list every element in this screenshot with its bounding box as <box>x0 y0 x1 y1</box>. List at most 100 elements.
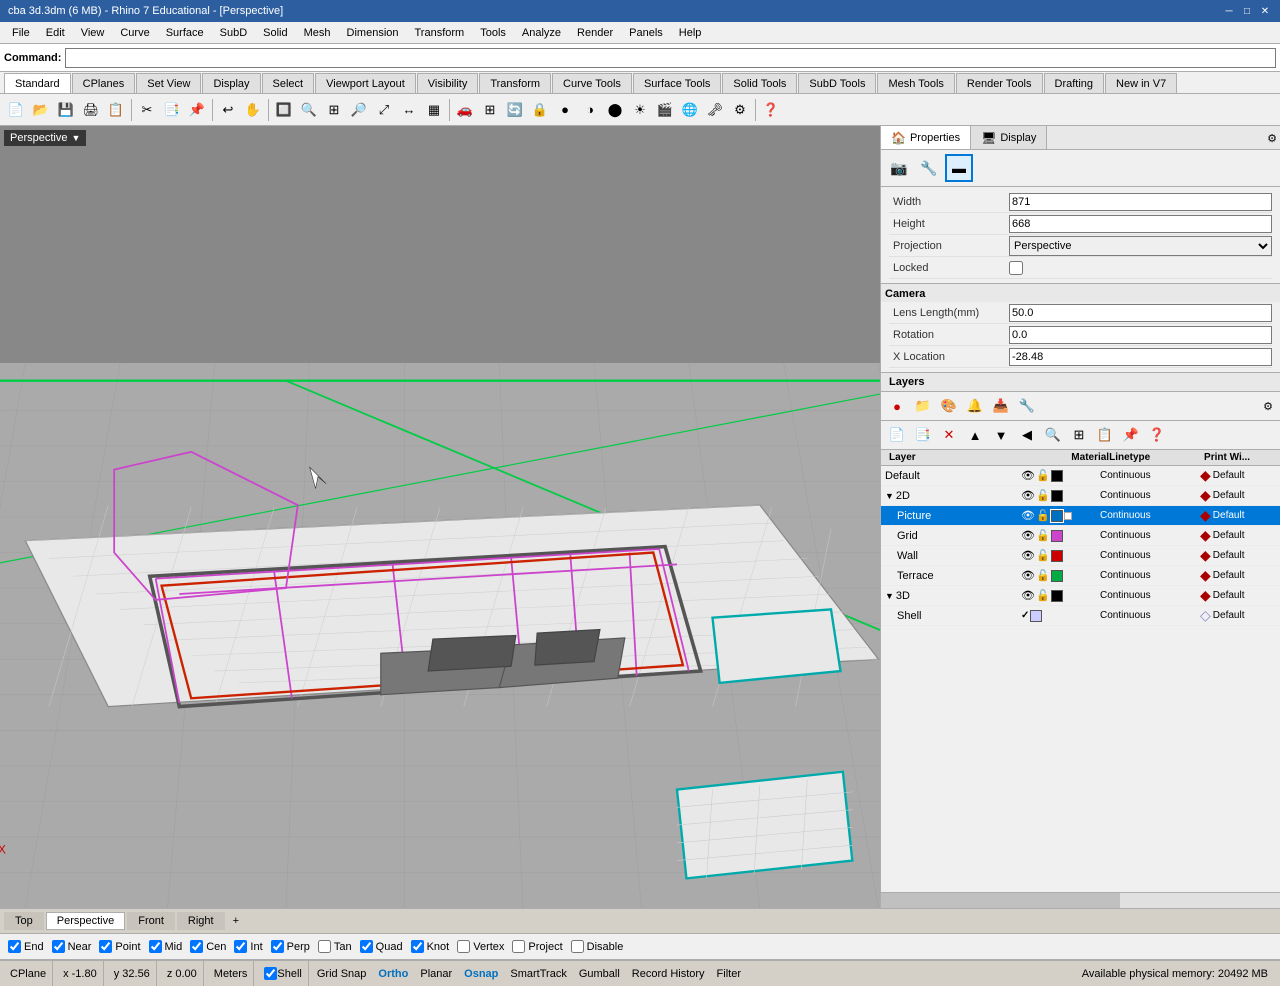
key-icon[interactable]: 🗝 <box>703 98 727 122</box>
osnap-near[interactable]: Near <box>52 940 92 953</box>
osnap-cen[interactable]: Cen <box>190 940 226 953</box>
viewport-dropdown-arrow[interactable]: ▼ <box>71 133 80 143</box>
tab-new-in-v7[interactable]: New in V7 <box>1105 73 1177 93</box>
layer-picture-visible-icon[interactable]: 👁 <box>1021 509 1035 522</box>
osnap-end-checkbox[interactable] <box>8 940 21 953</box>
prop-lens-input[interactable] <box>1009 304 1272 322</box>
osnap-end[interactable]: End <box>8 940 44 953</box>
grid-snap-icon[interactable]: ⊞ <box>478 98 502 122</box>
menu-dimension[interactable]: Dimension <box>339 25 407 41</box>
osnap-project[interactable]: Project <box>512 940 562 953</box>
status-ortho[interactable]: Ortho <box>374 961 412 986</box>
menu-transform[interactable]: Transform <box>407 25 473 41</box>
tab-curve-tools[interactable]: Curve Tools <box>552 73 632 93</box>
render2-icon[interactable]: 🎬 <box>653 98 677 122</box>
osnap-perp[interactable]: Perp <box>271 940 310 953</box>
prop-height-input[interactable] <box>1009 215 1272 233</box>
osnap-disable-checkbox[interactable] <box>571 940 584 953</box>
paste-special-icon[interactable]: 📋 <box>104 98 128 122</box>
status-units[interactable]: Meters <box>208 961 255 986</box>
osnap-knot[interactable]: Knot <box>411 940 450 953</box>
osnap-knot-checkbox[interactable] <box>411 940 424 953</box>
layer-2d-expand-icon[interactable]: ▼ <box>885 491 894 501</box>
layers-settings-icon[interactable]: ⚙ <box>1260 398 1276 414</box>
layer-bell-icon[interactable]: 🔔 <box>963 394 987 418</box>
osnap-mid-checkbox[interactable] <box>149 940 162 953</box>
cut-icon[interactable]: ✂ <box>135 98 159 122</box>
layer-color-shell[interactable] <box>1030 610 1042 622</box>
zoom-window-icon[interactable]: ⊞ <box>322 98 346 122</box>
layer-add-sublayer-button[interactable]: 📑 <box>911 423 935 447</box>
status-smarttrack[interactable]: SmartTrack <box>506 961 570 986</box>
osnap-perp-checkbox[interactable] <box>271 940 284 953</box>
menu-panels[interactable]: Panels <box>621 25 671 41</box>
layer-terrace-visible-icon[interactable]: 👁 <box>1021 569 1035 582</box>
osnap-vertex[interactable]: Vertex <box>457 940 504 953</box>
layer-grid-lock-icon[interactable]: 🔓 <box>1036 529 1050 542</box>
layer-grid-visible-icon[interactable]: 👁 <box>1021 529 1035 542</box>
layer-filter-button[interactable]: 🔍 <box>1041 423 1065 447</box>
open-icon[interactable]: 📂 <box>29 98 53 122</box>
layer-paste-button[interactable]: 📌 <box>1119 423 1143 447</box>
layer-copy-button[interactable]: 📋 <box>1093 423 1117 447</box>
menu-file[interactable]: File <box>4 25 38 41</box>
tab-visibility[interactable]: Visibility <box>417 73 479 93</box>
layer-color-grid[interactable] <box>1051 530 1063 542</box>
layer-add-button[interactable]: 📄 <box>885 423 909 447</box>
menu-render[interactable]: Render <box>569 25 621 41</box>
zoom-all-icon[interactable]: ↔ <box>397 98 421 122</box>
prop-settings-button[interactable]: ⚙ <box>1264 126 1280 150</box>
layer-row-default[interactable]: Default 👁 🔓 Continuous ◆ Default <box>881 466 1280 486</box>
tab-solid-tools[interactable]: Solid Tools <box>722 73 797 93</box>
status-recordhistory[interactable]: Record History <box>628 961 709 986</box>
print-icon[interactable]: 🖨 <box>79 98 103 122</box>
layer-delete-button[interactable]: ✕ <box>937 423 961 447</box>
menu-mesh[interactable]: Mesh <box>296 25 339 41</box>
viewport-icon[interactable]: ▦ <box>422 98 446 122</box>
osnap-vertex-checkbox[interactable] <box>457 940 470 953</box>
prop-locked-checkbox[interactable] <box>1009 261 1023 275</box>
osnap-quad[interactable]: Quad <box>360 940 403 953</box>
layer-2d-visible-icon[interactable]: 👁 <box>1021 489 1035 502</box>
layer-2d-lock-icon[interactable]: 🔓 <box>1036 489 1050 502</box>
vp-tab-add-button[interactable]: + <box>227 913 245 929</box>
layer-color-3d[interactable] <box>1051 590 1063 602</box>
vp-tab-front[interactable]: Front <box>127 912 175 930</box>
prop-xlocation-input[interactable] <box>1009 348 1272 366</box>
menu-subd[interactable]: SubD <box>212 25 256 41</box>
layer-row-shell[interactable]: Shell ✓ Continuous ◇ Default <box>881 606 1280 626</box>
osnap-int[interactable]: Int <box>234 940 262 953</box>
osnap-tan[interactable]: Tan <box>318 940 352 953</box>
tab-properties[interactable]: 🏠 Properties <box>881 126 971 149</box>
minimize-button[interactable]: ─ <box>1222 4 1236 18</box>
layer-paint-icon[interactable]: 🎨 <box>937 394 961 418</box>
menu-surface[interactable]: Surface <box>158 25 212 41</box>
status-osnap[interactable]: Osnap <box>460 961 502 986</box>
tab-mesh-tools[interactable]: Mesh Tools <box>877 73 954 93</box>
menu-view[interactable]: View <box>73 25 113 41</box>
layer-3d-expand-icon[interactable]: ▼ <box>885 591 894 601</box>
status-gridsnap[interactable]: Grid Snap <box>313 961 371 986</box>
copy-icon[interactable]: 📑 <box>160 98 184 122</box>
layer-folder-icon[interactable]: 📁 <box>911 394 935 418</box>
lock-icon[interactable]: 🔒 <box>528 98 552 122</box>
layer-picture-lock-icon[interactable]: 🔓 <box>1036 509 1050 522</box>
osnap-project-checkbox[interactable] <box>512 940 525 953</box>
status-cplane[interactable]: CPlane <box>4 961 53 986</box>
menu-edit[interactable]: Edit <box>38 25 73 41</box>
layer-move-left-button[interactable]: ◀ <box>1015 423 1039 447</box>
vp-tab-top[interactable]: Top <box>4 912 44 930</box>
layer-3d-visible-icon[interactable]: 👁 <box>1021 589 1035 602</box>
cylinder-icon[interactable]: ⬤ <box>603 98 627 122</box>
zoom-in-icon[interactable]: 🔎 <box>347 98 371 122</box>
maximize-button[interactable]: □ <box>1240 4 1254 18</box>
layer-move-down-button[interactable]: ▼ <box>989 423 1013 447</box>
tab-subd-tools[interactable]: SubD Tools <box>798 73 876 93</box>
menu-curve[interactable]: Curve <box>112 25 157 41</box>
prop-camera-icon[interactable]: 📷 <box>885 154 913 182</box>
osnap-quad-checkbox[interactable] <box>360 940 373 953</box>
tab-surface-tools[interactable]: Surface Tools <box>633 73 721 93</box>
menu-help[interactable]: Help <box>671 25 710 41</box>
save-icon[interactable]: 💾 <box>54 98 78 122</box>
layer-wall-lock-icon[interactable]: 🔓 <box>1036 549 1050 562</box>
